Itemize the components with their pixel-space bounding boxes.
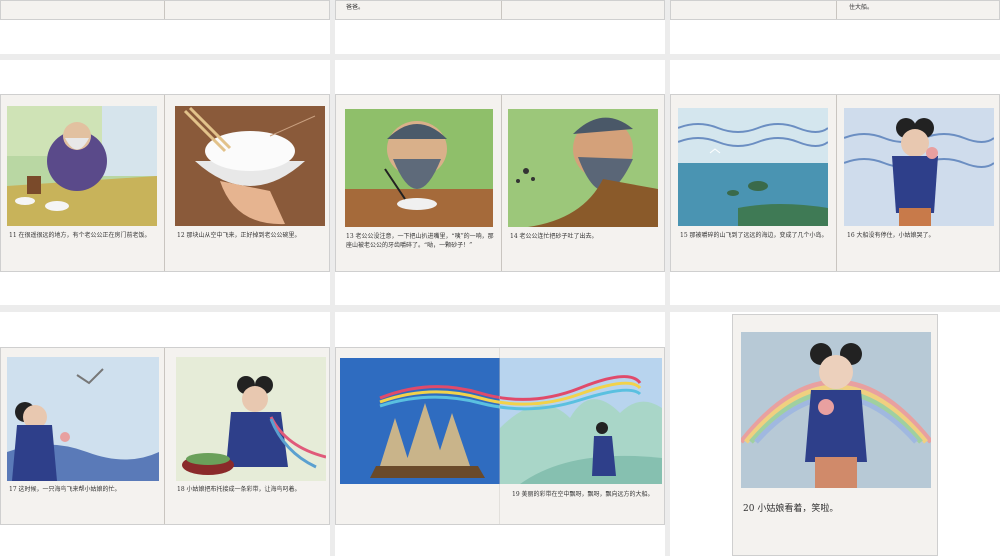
illustration-p12	[175, 106, 325, 226]
caption-top-a: 爸爸。	[346, 4, 365, 11]
caption-top-b: 住大船。	[849, 4, 874, 11]
tile-row2-col1: 11 在很遥很远的地方，有个老公公正在房门前老饭。 12 那块山从空中飞来，正好…	[0, 60, 330, 305]
illustration-p15	[678, 108, 828, 226]
caption-p17: 17 这时候，一只海鸟飞来帮小姑娘的忙。	[9, 486, 121, 493]
top-tile-1	[0, 0, 330, 54]
book-spread-top-1[interactable]	[0, 0, 330, 20]
book-page-20[interactable]: 20 小姑娘看着，笑啦。	[732, 314, 938, 556]
illustration-p19	[340, 358, 662, 484]
caption-p15: 15 那被嚼碎的山飞到了远远的海边，变成了几个小岛。	[680, 232, 828, 239]
caption-p16: 16 大船没有停住，小姑娘哭了。	[847, 232, 935, 239]
book-spread-top-2[interactable]: 爸爸。	[335, 0, 665, 20]
illustration-p20	[741, 332, 931, 488]
tile-row2-col3: 15 那被嚼碎的山飞到了远远的海边，变成了几个小岛。 16 大船没有停住，小姑娘…	[670, 60, 1000, 305]
illustration-p13	[345, 109, 493, 227]
tile-row3-col2: 19 美丽的彩带在空中飘呀，飘呀，飘向远方的大船。	[335, 312, 665, 556]
book-spread-13-14[interactable]: 13 老公公没注意，一下把山扒进嘴里，“咦”的一响，那座山被老公公的牙齿嚼碎了。…	[335, 94, 665, 272]
tile-row3-col1: 17 这时候，一只海鸟飞来帮小姑娘的忙。 18 小姑娘把布托接成一条彩带，让海鸟…	[0, 312, 330, 556]
caption-p13: 13 老公公没注意，一下把山扒进嘴里，“咦”的一响，那座山被老公公的牙齿嚼碎了。…	[346, 233, 494, 249]
caption-p18: 18 小姑娘把布托接成一条彩带，让海鸟叼着。	[177, 486, 301, 493]
caption-p12: 12 那块山从空中飞来，正好掉到老公公碗里。	[177, 232, 301, 239]
book-spread-11-12[interactable]: 11 在很遥很远的地方，有个老公公正在房门前老饭。 12 那块山从空中飞来，正好…	[0, 94, 330, 272]
top-tile-2: 爸爸。	[335, 0, 665, 54]
top-tile-3: 住大船。	[670, 0, 1000, 54]
illustration-p16	[844, 108, 994, 226]
book-spread-19[interactable]: 19 美丽的彩带在空中飘呀，飘呀，飘向远方的大船。	[335, 347, 665, 525]
illustration-p17	[7, 357, 159, 481]
book-spread-17-18[interactable]: 17 这时候，一只海鸟飞来帮小姑娘的忙。 18 小姑娘把布托接成一条彩带，让海鸟…	[0, 347, 330, 525]
illustration-p14	[508, 109, 658, 227]
caption-p20: 20 小姑娘看着，笑啦。	[743, 504, 839, 514]
caption-p19: 19 美丽的彩带在空中飘呀，飘呀，飘向远方的大船。	[512, 491, 654, 498]
caption-p11: 11 在很遥很远的地方，有个老公公正在房门前老饭。	[9, 232, 151, 239]
caption-p14: 14 老公公连忙把砂子吐了出去。	[510, 233, 598, 240]
tile-row2-col2: 13 老公公没注意，一下把山扒进嘴里，“咦”的一响，那座山被老公公的牙齿嚼碎了。…	[335, 60, 665, 305]
tile-row3-col3: 20 小姑娘看着，笑啦。	[670, 312, 1000, 556]
book-spread-top-3[interactable]: 住大船。	[670, 0, 1000, 20]
illustration-p11	[7, 106, 157, 226]
illustration-p18	[176, 357, 326, 481]
book-spread-15-16[interactable]: 15 那被嚼碎的山飞到了远远的海边，变成了几个小岛。 16 大船没有停住，小姑娘…	[670, 94, 1000, 272]
